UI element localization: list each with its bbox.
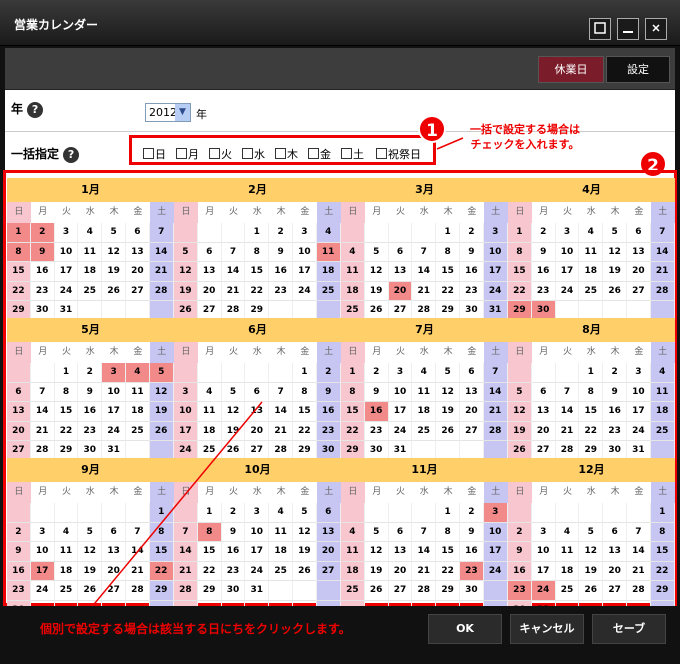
annotation-line xyxy=(84,401,263,616)
window: 営業カレンダー 休業日 設定 年? 2012 ▼ 年 一括指定? 日月火水木金土祝… xyxy=(0,0,680,664)
save-button[interactable]: セーブ xyxy=(592,614,666,644)
annotation-text-bottom: 個別で設定する場合は該当する日にちをクリックします。 xyxy=(40,622,351,636)
cancel-button[interactable]: キャンセル xyxy=(510,614,584,644)
ok-button[interactable]: OK xyxy=(428,614,502,644)
